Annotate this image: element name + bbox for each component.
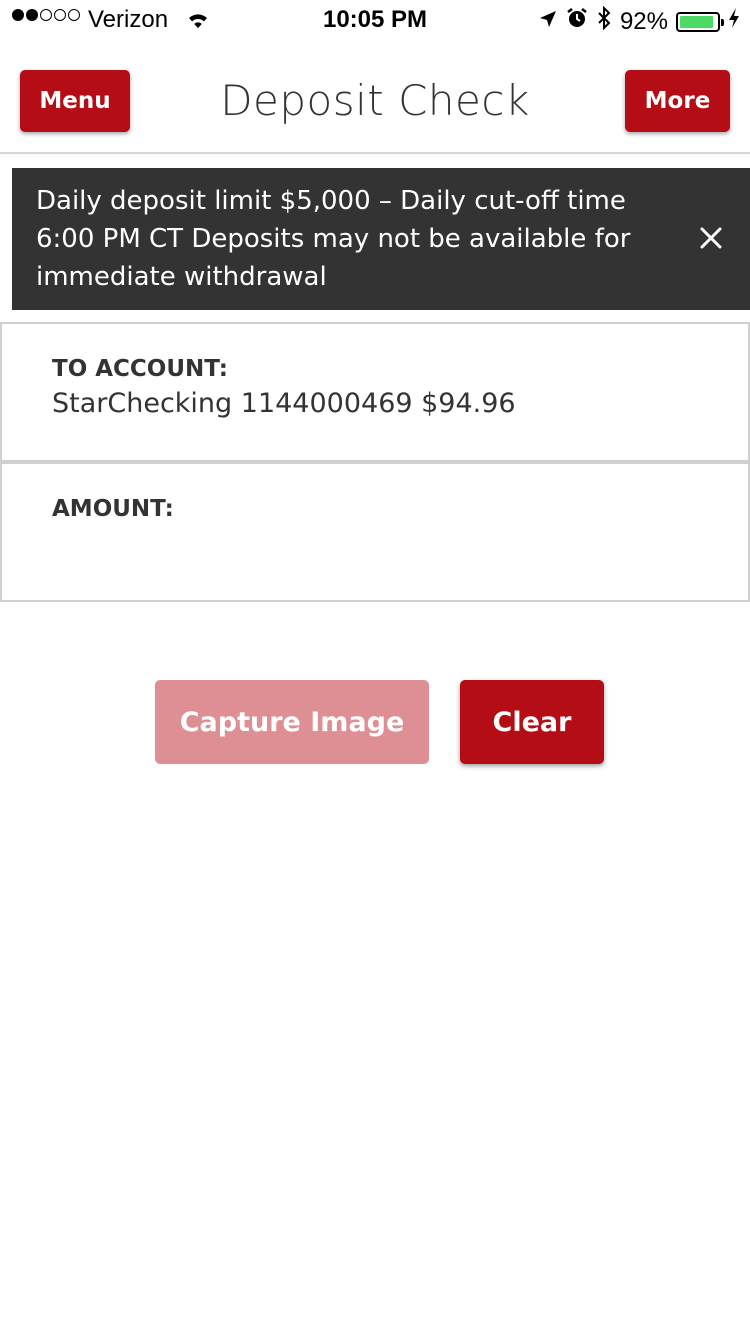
battery-fill [680, 15, 714, 28]
charging-bolt-icon [728, 7, 740, 36]
battery-percent: 92% [619, 7, 668, 35]
status-right-group: 92% [538, 5, 740, 37]
location-arrow-icon [538, 8, 558, 36]
battery-icon [676, 11, 724, 32]
more-button[interactable]: More [625, 70, 730, 132]
close-icon[interactable] [698, 224, 724, 250]
battery-nub [721, 18, 724, 26]
clear-button[interactable]: Clear [460, 680, 604, 764]
amount-field[interactable]: AMOUNT: [0, 462, 750, 602]
alarm-clock-icon [566, 7, 588, 36]
app-header: Menu Deposit Check More [0, 40, 750, 154]
banner-message: Daily deposit limit $5,000 – Daily cut-o… [36, 186, 631, 292]
to-account-label: TO ACCOUNT: [52, 356, 228, 382]
bluetooth-icon [596, 5, 612, 37]
status-bar: Verizon 10:05 PM 92% [0, 0, 750, 40]
deposit-limit-banner: Daily deposit limit $5,000 – Daily cut-o… [12, 168, 750, 310]
amount-label: AMOUNT: [52, 496, 174, 522]
to-account-value: StarChecking 1144000469 $94.96 [52, 388, 516, 419]
capture-image-button[interactable]: Capture Image [155, 680, 429, 764]
to-account-selector[interactable]: TO ACCOUNT: StarChecking 1144000469 $94.… [0, 322, 750, 462]
